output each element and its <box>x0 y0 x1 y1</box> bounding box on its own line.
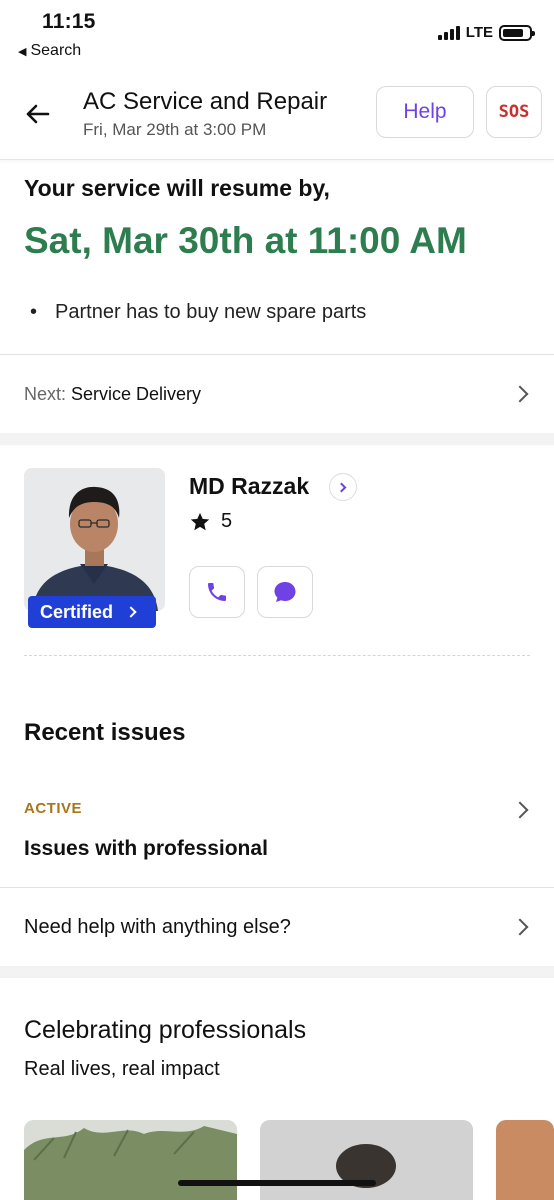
bullet: • <box>30 301 38 323</box>
call-partner-button[interactable] <box>189 566 245 618</box>
need-help-label: Need help with anything else? <box>24 915 291 938</box>
help-button[interactable]: Help <box>376 86 474 138</box>
partner-portrait-image <box>24 468 165 611</box>
chevron-right-icon <box>125 606 137 618</box>
status-time: 11:15 <box>42 10 96 33</box>
issue-row[interactable] <box>0 785 554 885</box>
header: AC Service and Repair Fri, Mar 29th at 3… <box>0 70 554 160</box>
next-step-key: Next: <box>24 383 67 404</box>
page-title: AC Service and Repair <box>83 88 328 115</box>
chat-partner-button[interactable] <box>257 566 313 618</box>
partner-name: MD Razzak <box>189 473 310 499</box>
network-label: LTE <box>465 24 493 41</box>
star-icon <box>190 512 210 530</box>
battery-icon <box>499 24 535 41</box>
celebrating-subtitle: Real lives, real impact <box>24 1058 220 1080</box>
signal-icon <box>437 25 460 40</box>
back-triangle-icon: ◀ <box>18 45 27 58</box>
story-image <box>260 1120 473 1200</box>
rating-value: 5 <box>221 510 233 532</box>
story-card[interactable] <box>260 1120 473 1200</box>
resume-date: Sat, Mar 30th at 11:00 AM <box>24 220 467 261</box>
certified-badge[interactable]: Certified <box>28 596 156 628</box>
resume-label: Your service will resume by, <box>24 175 330 201</box>
status-indicators: LTE <box>437 24 535 41</box>
certified-label: Certified <box>40 601 114 622</box>
need-help-row[interactable]: Need help with anything else? <box>0 888 554 966</box>
partner-rating: 5 <box>189 510 232 533</box>
section-separator <box>0 966 554 978</box>
partner-photo[interactable] <box>24 468 165 611</box>
back-to-app-link[interactable]: ◀ Search <box>18 42 81 60</box>
story-image <box>24 1120 237 1200</box>
chat-icon <box>274 582 296 602</box>
partner-profile-button[interactable] <box>329 473 357 501</box>
recent-issues-title: Recent issues <box>24 719 186 746</box>
home-indicator <box>178 1180 376 1186</box>
chevron-right-icon <box>336 482 347 492</box>
status-bar: 11:15 ◀ Search LTE <box>0 0 554 70</box>
delay-reason-text: Partner has to buy new spare parts <box>55 301 367 323</box>
back-to-app-label: Search <box>30 42 82 59</box>
dashed-divider <box>24 655 530 656</box>
sos-button[interactable]: SOS <box>486 86 542 138</box>
phone-icon <box>208 583 226 601</box>
story-card[interactable] <box>24 1120 237 1200</box>
back-button[interactable] <box>22 98 54 130</box>
delay-reason: • Partner has to buy new spare parts <box>30 301 366 324</box>
chevron-right-icon <box>511 385 529 403</box>
booking-datetime: Fri, Mar 29th at 3:00 PM <box>83 120 267 139</box>
section-separator <box>0 433 554 445</box>
chevron-right-icon <box>511 801 529 819</box>
next-step-row[interactable]: Next: Service Delivery <box>0 355 554 433</box>
arrow-left-icon <box>26 104 50 124</box>
celebrating-title: Celebrating professionals <box>24 1016 307 1044</box>
story-card[interactable] <box>496 1120 554 1200</box>
issue-status-badge: ACTIVE <box>24 800 83 817</box>
next-step-value: Service Delivery <box>71 383 202 404</box>
issue-title: Issues with professional <box>24 837 268 860</box>
chevron-right-icon <box>511 918 529 936</box>
